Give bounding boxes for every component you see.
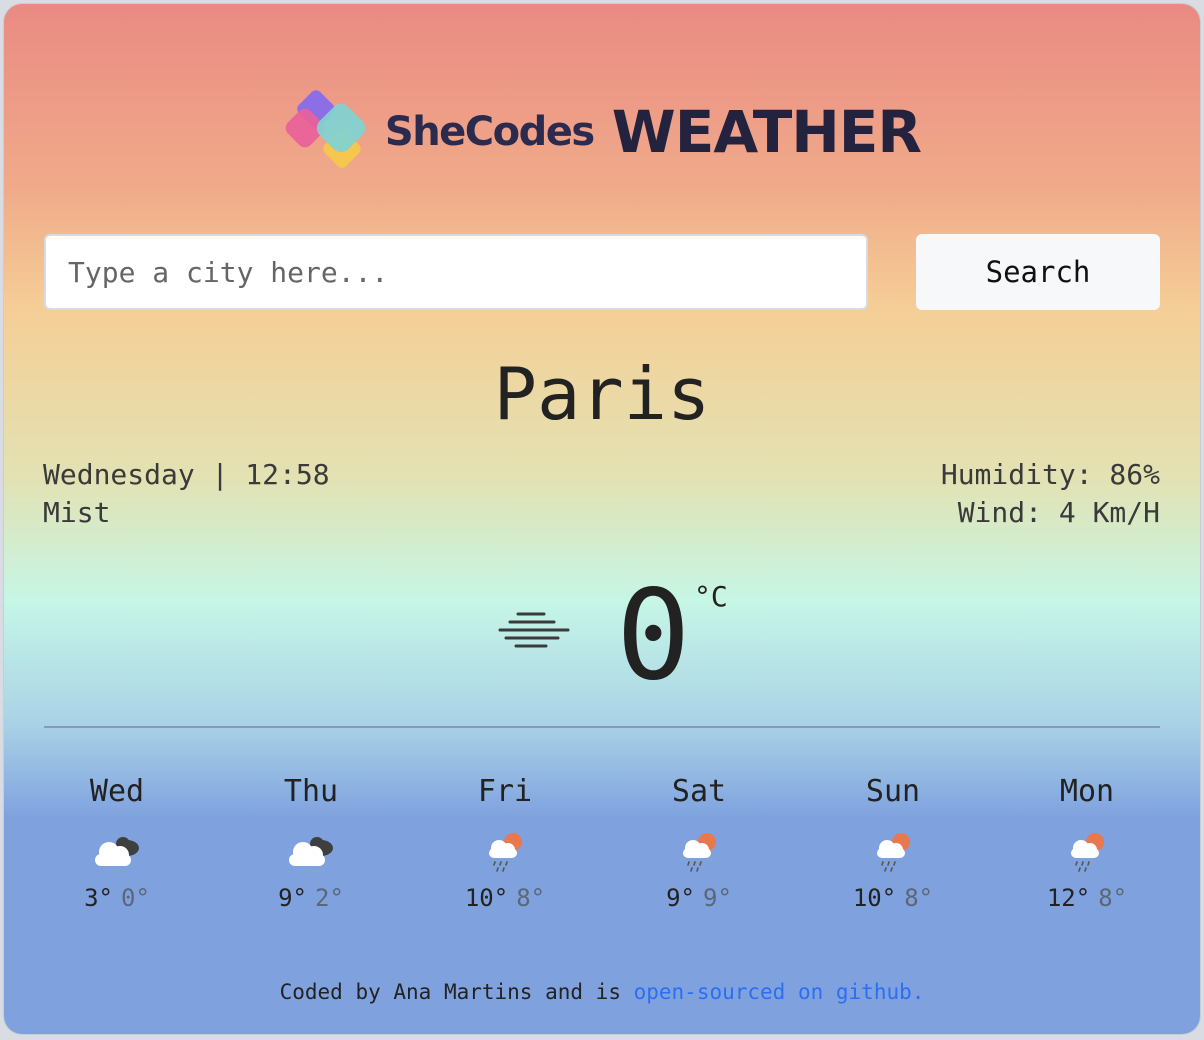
forecast-min: 2° [315,884,344,912]
forecast-day: Fri 10° 8° [408,772,602,912]
cloudy-icon [289,837,333,866]
forecast-max: 12° [1046,884,1091,912]
temperature-unit[interactable]: °C [694,580,728,613]
forecast-max: 9° [666,884,695,912]
forecast-day: Thu 9° 2° [214,772,408,912]
forecast-min: 8° [1098,884,1128,912]
forecast-day: Mon 12° 8° [990,772,1184,912]
forecast-min: 9° [703,884,732,912]
forecast-max: 10° [852,884,897,912]
city-name: Paris [493,352,711,436]
forecast-day: Sun 10° 8° [796,772,990,912]
mist-icon [498,612,570,648]
forecast-day-name: Fri [477,774,533,809]
weather-description: Mist [43,496,111,529]
app-header: SheCodes WEATHER [4,84,1200,180]
divider [44,726,1160,728]
current-details-right: Humidity: 86% Wind: 4 Km/H [941,456,1160,532]
shecodes-logo-icon [285,90,366,168]
wind-speed: Wind: 4 Km/H [957,496,1160,529]
current-temperature-block: 0 °C [4,564,1200,708]
forecast-row: Wed 3° 0° Thu 9° 2° Fri 10° 8° Sat 9° 9°… [20,772,1184,912]
forecast-min: 0° [121,884,150,912]
forecast-day: Sat 9° 9° [602,772,796,912]
footer-text: Coded by Ana Martins and is [279,980,634,1004]
rain-sun-icon [489,833,522,872]
forecast-day-name: Sat [671,774,727,809]
city-search-input[interactable] [44,234,868,310]
forecast-day-name: Thu [283,774,339,809]
forecast-max: 3° [84,884,113,912]
app-title: WEATHER [611,98,922,166]
footer: Coded by Ana Martins and is open-sourced… [4,980,1200,1004]
rain-sun-icon [1071,833,1104,872]
forecast-min: 8° [516,884,546,912]
forecast-day-name: Mon [1059,774,1115,809]
forecast-max: 9° [278,884,307,912]
forecast-day-name: Wed [89,774,145,809]
cloudy-icon [95,837,139,866]
forecast-min: 8° [904,884,934,912]
weather-card: SheCodes WEATHER Search Paris Wednesday … [4,4,1200,1034]
forecast-day: Wed 3° 0° [20,772,214,912]
rain-sun-icon [683,833,716,872]
forecast-max: 10° [464,884,509,912]
brand-name: SheCodes [384,109,595,155]
temperature-value: 0 [616,564,691,708]
github-link[interactable]: open-sourced on github. [634,980,925,1004]
humidity: Humidity: 86% [940,458,1160,491]
date-time: Wednesday | 12:58 [43,458,330,491]
search-button[interactable]: Search [916,234,1160,310]
forecast-day-name: Sun [865,774,921,809]
rain-sun-icon [877,833,910,872]
current-details-left: Wednesday | 12:58 Mist [43,456,330,532]
